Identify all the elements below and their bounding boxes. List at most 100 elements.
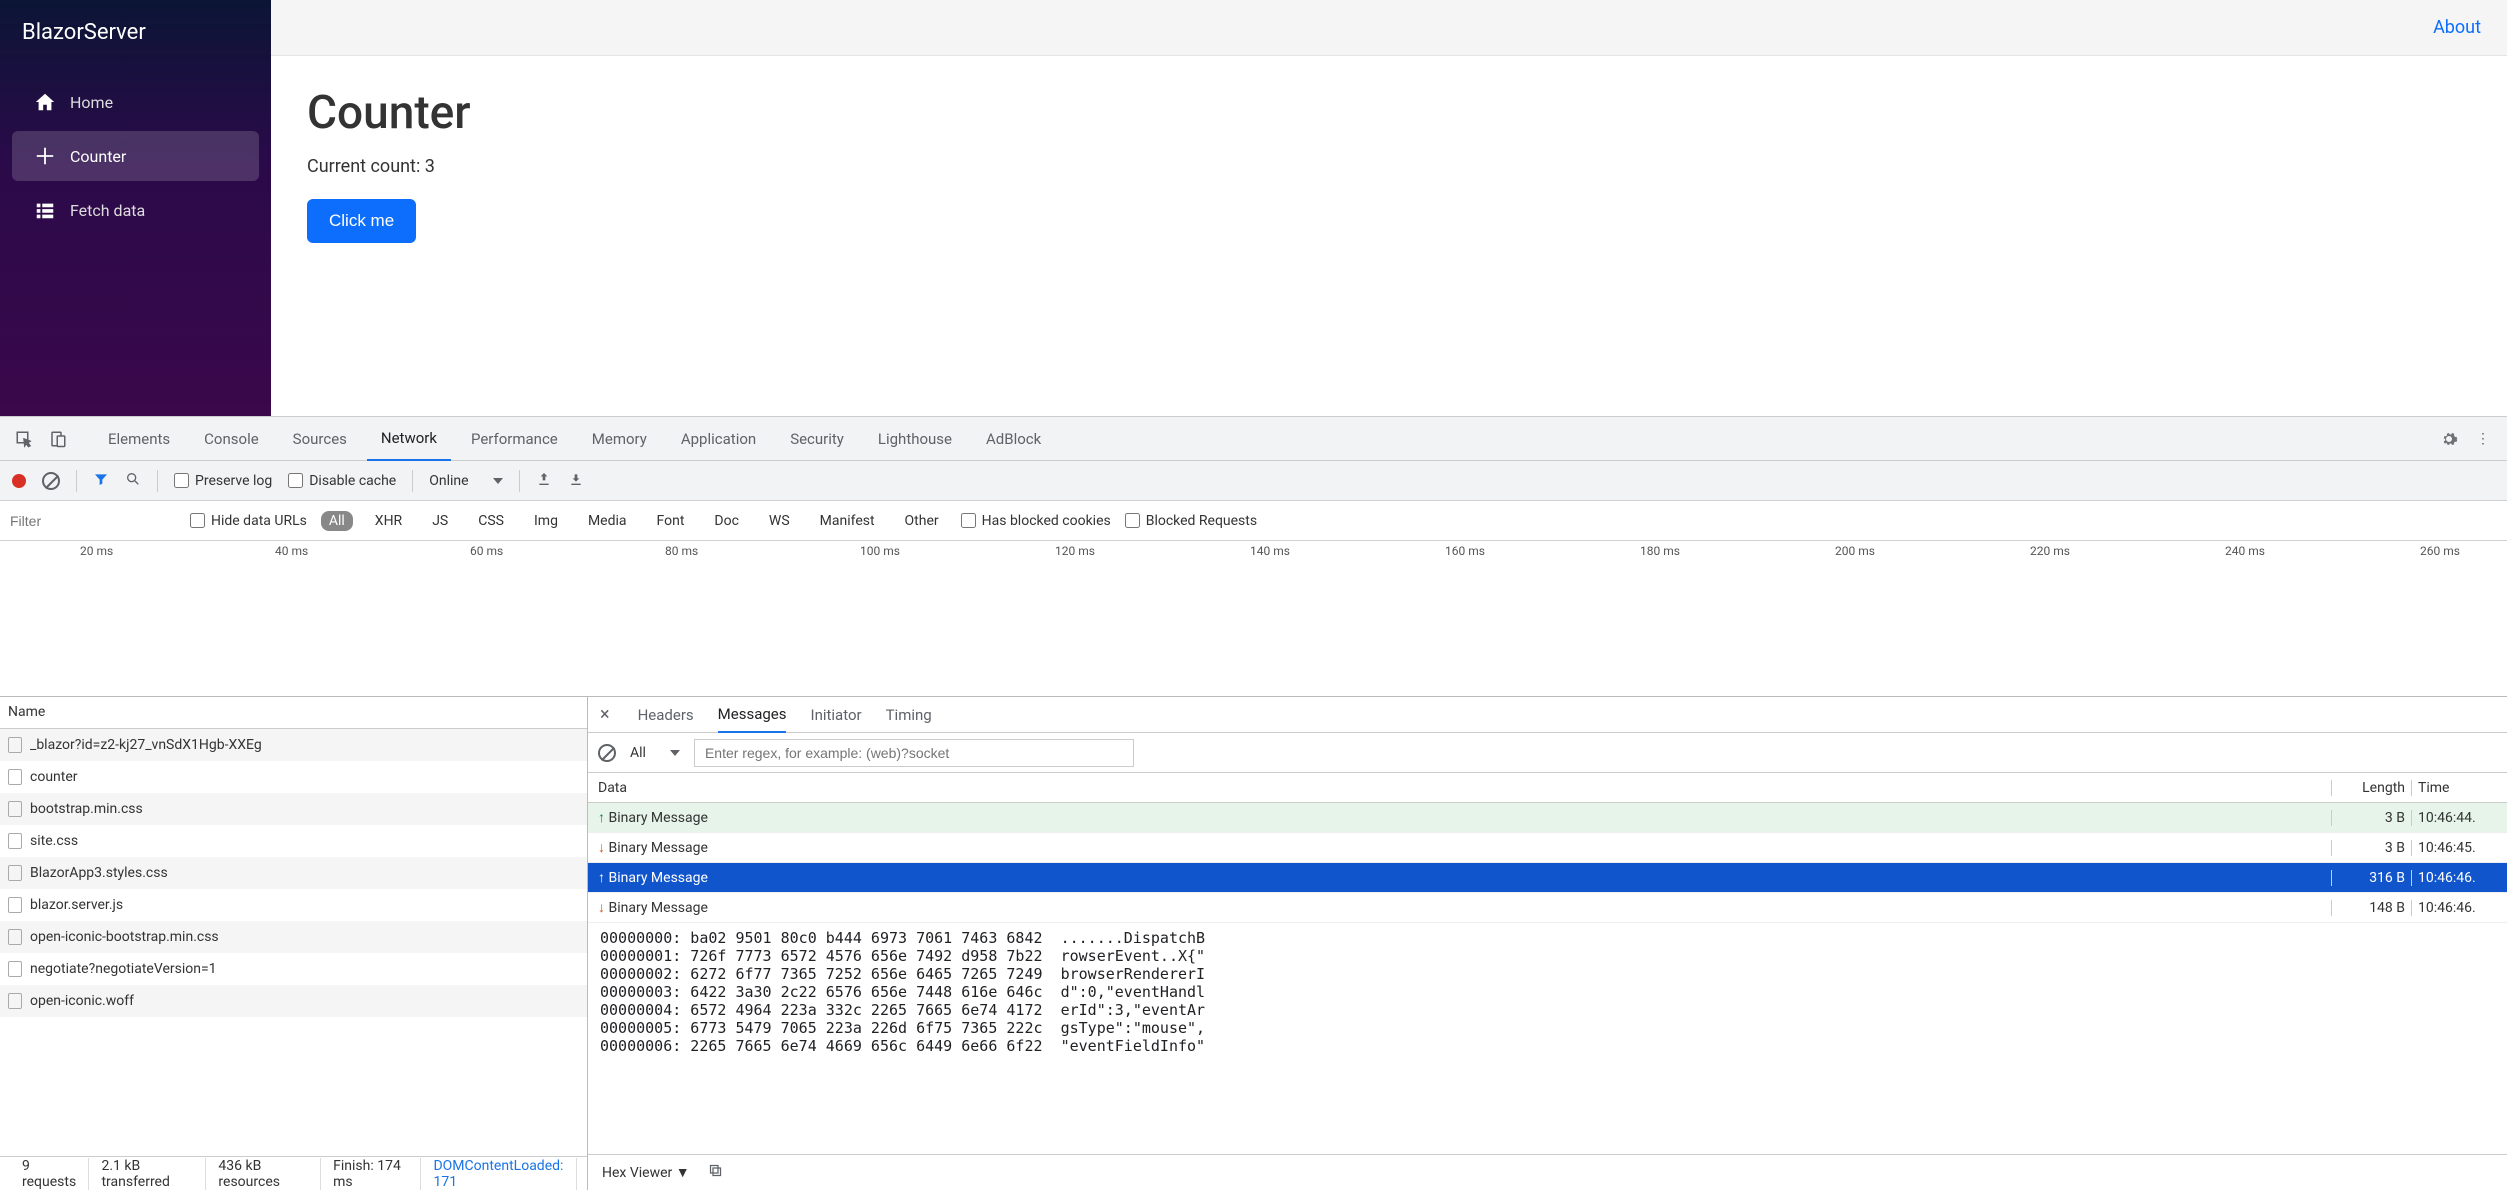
page-content: Counter Current count: 3 Click me (271, 56, 2507, 416)
type-filter-xhr[interactable]: XHR (367, 511, 410, 531)
type-filter-ws[interactable]: WS (761, 511, 798, 531)
request-row[interactable]: BlazorApp3.styles.css (0, 857, 587, 889)
sidebar-item-home[interactable]: Home (12, 77, 259, 127)
preserve-log-checkbox[interactable]: Preserve log (174, 473, 272, 489)
type-filter-doc[interactable]: Doc (706, 511, 747, 531)
hex-viewer-label[interactable]: Hex Viewer ▼ (602, 1164, 690, 1181)
message-length: 148 B (2331, 900, 2411, 916)
tab-lighthouse[interactable]: Lighthouse (864, 417, 966, 461)
request-name: open-iconic-bootstrap.min.css (30, 929, 219, 945)
status-dom-content-loaded: DOMContentLoaded: 171 (421, 1158, 577, 1190)
type-filter-manifest[interactable]: Manifest (812, 511, 883, 531)
inspect-element-icon[interactable] (10, 425, 38, 453)
detail-tab-headers[interactable]: Headers (638, 697, 694, 733)
plus-icon (34, 145, 56, 167)
timeline-tick: 200 ms (1835, 544, 1875, 558)
messages-filter-dropdown[interactable]: All (630, 745, 680, 761)
tab-elements[interactable]: Elements (94, 417, 184, 461)
detail-tab-timing[interactable]: Timing (886, 697, 932, 733)
detail-tab-bar: × Headers Messages Initiator Timing (588, 697, 2507, 733)
brand-title: BlazorServer (0, 0, 271, 65)
search-icon[interactable] (125, 471, 141, 491)
request-row[interactable]: negotiate?negotiateVersion=1 (0, 953, 587, 985)
clear-button[interactable] (42, 472, 60, 490)
about-link[interactable]: About (2433, 17, 2481, 38)
throttling-dropdown[interactable]: Online (429, 473, 502, 489)
device-toggle-icon[interactable] (44, 425, 72, 453)
more-vert-icon[interactable]: ⋮ (2469, 425, 2497, 453)
hide-data-urls-checkbox[interactable]: Hide data URLs (190, 513, 307, 529)
copy-icon[interactable] (708, 1163, 723, 1182)
messages-regex-input[interactable] (694, 739, 1134, 767)
request-name: BlazorApp3.styles.css (30, 865, 168, 881)
col-length[interactable]: Length (2331, 780, 2411, 796)
network-timeline[interactable]: 20 ms40 ms60 ms80 ms100 ms120 ms140 ms16… (0, 541, 2507, 697)
type-filter-media[interactable]: Media (580, 511, 635, 531)
tab-application[interactable]: Application (667, 417, 770, 461)
request-list-header[interactable]: Name (0, 697, 587, 729)
download-har-icon[interactable] (568, 471, 584, 491)
message-time: 10:46:46. (2411, 900, 2507, 916)
sidebar-item-counter[interactable]: Counter (12, 131, 259, 181)
request-row[interactable]: blazor.server.js (0, 889, 587, 921)
hide-data-urls-label: Hide data URLs (211, 513, 307, 529)
timeline-tick: 240 ms (2225, 544, 2265, 558)
file-icon (8, 897, 22, 913)
close-icon[interactable]: × (596, 704, 614, 725)
chevron-down-icon (493, 478, 503, 484)
message-row[interactable]: ↑ Binary Message316 B10:46:46. (588, 863, 2507, 893)
tab-adblock[interactable]: AdBlock (972, 417, 1055, 461)
clear-messages-button[interactable] (598, 744, 616, 762)
network-body: Name _blazor?id=z2-kj27_vnSdX1Hgb-XXEgco… (0, 697, 2507, 1190)
filter-input[interactable] (6, 509, 176, 533)
tab-memory[interactable]: Memory (578, 417, 661, 461)
request-row[interactable]: _blazor?id=z2-kj27_vnSdX1Hgb-XXEg (0, 729, 587, 761)
request-detail: × Headers Messages Initiator Timing All … (588, 697, 2507, 1190)
blocked-requests-checkbox[interactable]: Blocked Requests (1125, 513, 1257, 529)
tab-security[interactable]: Security (776, 417, 858, 461)
type-filter-all[interactable]: All (321, 511, 353, 531)
message-row[interactable]: ↓ Binary Message148 B10:46:46. (588, 893, 2507, 923)
tab-sources[interactable]: Sources (279, 417, 361, 461)
tab-console[interactable]: Console (190, 417, 273, 461)
type-filter-other[interactable]: Other (897, 511, 947, 531)
sidebar-item-fetch-data[interactable]: Fetch data (12, 185, 259, 235)
message-row[interactable]: ↑ Binary Message3 B10:46:44. (588, 803, 2507, 833)
settings-gear-icon[interactable] (2435, 425, 2463, 453)
click-me-button[interactable]: Click me (307, 199, 416, 243)
count-label: Current count: 3 (307, 156, 2471, 177)
sidebar: BlazorServer Home Counter Fetch data (0, 0, 271, 416)
request-row[interactable]: site.css (0, 825, 587, 857)
message-row[interactable]: ↓ Binary Message3 B10:46:45. (588, 833, 2507, 863)
type-filter-img[interactable]: Img (526, 511, 566, 531)
request-row[interactable]: open-iconic.woff (0, 985, 587, 1017)
type-filter-css[interactable]: CSS (470, 511, 512, 531)
status-requests: 9 requests (10, 1158, 89, 1190)
has-blocked-cookies-checkbox[interactable]: Has blocked cookies (961, 513, 1111, 529)
network-toolbar: Preserve log Disable cache Online (0, 461, 2507, 501)
type-filter-font[interactable]: Font (649, 511, 693, 531)
filter-toggle-icon[interactable] (93, 471, 109, 491)
timeline-tick: 260 ms (2420, 544, 2460, 558)
timeline-tick: 20 ms (80, 544, 113, 558)
tab-network[interactable]: Network (367, 417, 451, 461)
request-row[interactable]: open-iconic-bootstrap.min.css (0, 921, 587, 953)
disable-cache-checkbox[interactable]: Disable cache (288, 473, 396, 489)
request-row[interactable]: bootstrap.min.css (0, 793, 587, 825)
hex-viewer-footer: Hex Viewer ▼ (588, 1154, 2507, 1190)
tab-performance[interactable]: Performance (457, 417, 572, 461)
request-row[interactable]: counter (0, 761, 587, 793)
type-filter-js[interactable]: JS (424, 511, 456, 531)
upload-har-icon[interactable] (536, 471, 552, 491)
blazor-app: BlazorServer Home Counter Fetch data Abo… (0, 0, 2507, 416)
devtools: Elements Console Sources Network Perform… (0, 416, 2507, 1190)
detail-tab-messages[interactable]: Messages (718, 697, 787, 733)
col-time[interactable]: Time (2411, 780, 2507, 796)
detail-tab-initiator[interactable]: Initiator (810, 697, 861, 733)
record-button[interactable] (12, 474, 26, 488)
request-name: site.css (30, 833, 78, 849)
col-data[interactable]: Data (588, 780, 2331, 796)
arrow-down-icon: ↓ (598, 840, 605, 856)
has-blocked-cookies-label: Has blocked cookies (982, 513, 1111, 529)
page-area: About Counter Current count: 3 Click me (271, 0, 2507, 416)
